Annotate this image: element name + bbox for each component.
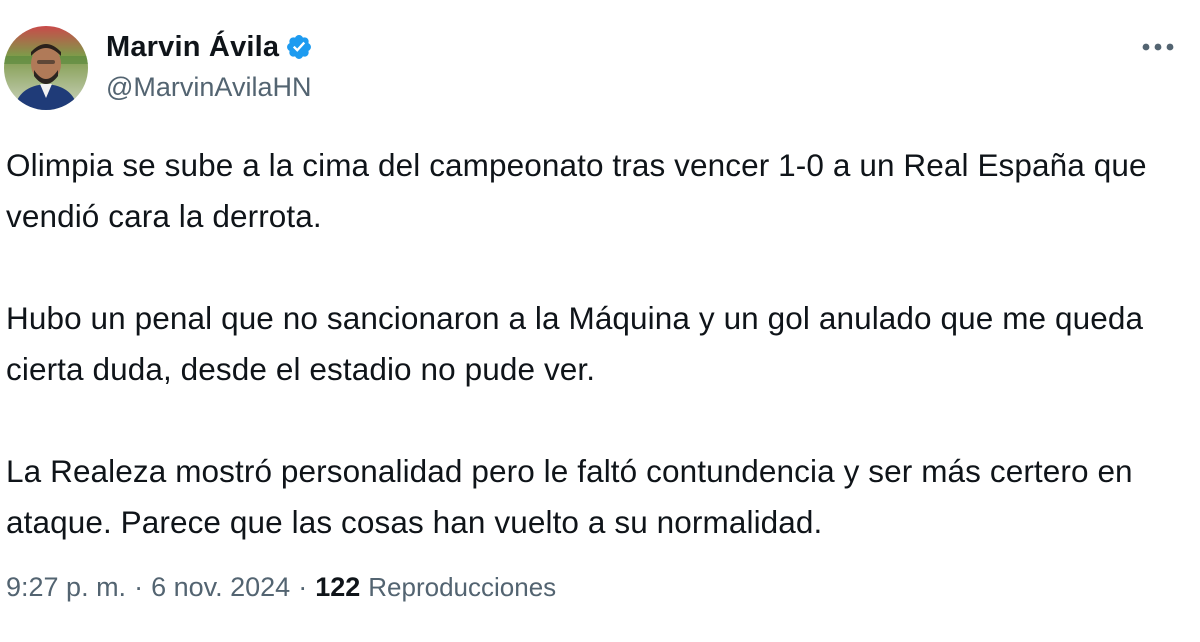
more-horizontal-icon (1142, 43, 1174, 51)
author-display-name[interactable]: Marvin Ávila (106, 31, 279, 64)
avatar[interactable] (4, 26, 88, 110)
tweet-paragraph: Hubo un penal que no sancionaron a la Má… (6, 300, 1144, 387)
views-count[interactable]: 122 (315, 572, 360, 603)
author-info: Marvin Ávila @MarvinAvilaHN (106, 28, 313, 103)
tweet-date[interactable]: 6 nov. 2024 (151, 572, 290, 603)
verified-badge-icon[interactable] (285, 33, 313, 61)
more-options-button[interactable] (1138, 32, 1178, 62)
tweet-card: Marvin Ávila @MarvinAvilaHN Olimpia se s… (0, 0, 1200, 642)
author-handle[interactable]: @MarvinAvilaHN (106, 72, 313, 103)
tweet-meta: 9:27 p. m. · 6 nov. 2024 · 122 Reproducc… (6, 572, 556, 603)
meta-separator: · (298, 572, 308, 602)
avatar-image (4, 26, 88, 110)
views-label[interactable]: Reproducciones (368, 572, 556, 603)
tweet-body: Olimpia se sube a la cima del campeonato… (6, 140, 1186, 548)
tweet-time[interactable]: 9:27 p. m. (6, 572, 126, 603)
meta-separator: · (134, 572, 144, 602)
tweet-paragraph: La Realeza mostró personalidad pero le f… (6, 453, 1133, 540)
name-row: Marvin Ávila (106, 28, 313, 66)
tweet-paragraph: Olimpia se sube a la cima del campeonato… (6, 147, 1147, 234)
